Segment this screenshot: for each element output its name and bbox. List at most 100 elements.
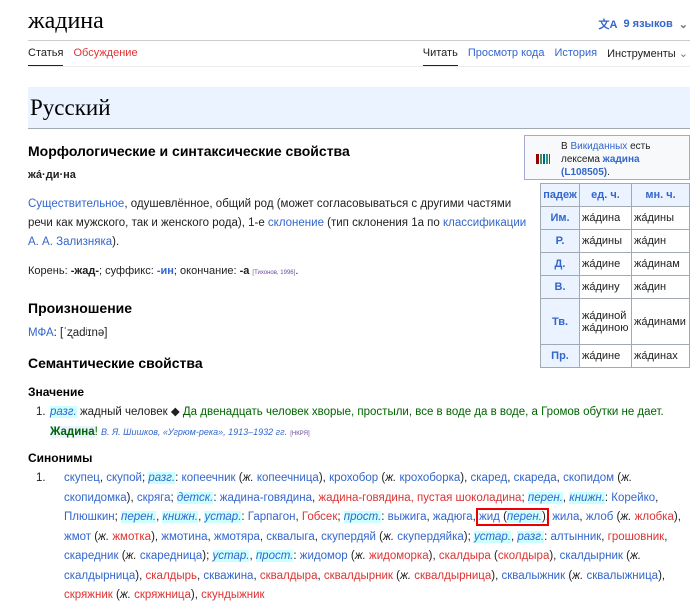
table-cell: жа́динами [631,298,690,345]
highlighted-synonym: жид (перен.) [476,508,549,526]
synonym-link[interactable]: копеечник [182,472,236,484]
synonym-link-missing[interactable]: скряжница [134,589,191,601]
synonym-link[interactable]: скаред [471,472,508,484]
declension-link[interactable]: склонение [268,217,324,229]
text: ), [549,550,560,562]
synonym-link[interactable]: скаредник [64,550,119,562]
table-cell[interactable]: Пр. [540,344,580,368]
synonym-link-missing[interactable]: сквалдырница [414,570,491,582]
synonym-link-missing[interactable]: сколдыра [498,550,550,562]
synonym-link[interactable]: жлоб [586,511,614,523]
synonym-link[interactable]: скупой [106,472,142,484]
ipa-link[interactable]: МФА [28,327,54,339]
synonym-link[interactable]: скареда [514,472,557,484]
synonyms-heading: Синонимы [28,451,93,465]
tab-tools[interactable]: Инструменты ⌄ [607,47,688,67]
table-cell[interactable]: Д. [540,252,580,276]
synonym-link-missing[interactable]: жадина-говядина, пустая шоколадина [318,492,521,504]
synonym-link[interactable]: скопидомка [64,492,127,504]
tab-discussion[interactable]: Обсуждение [73,47,137,67]
text: ); [463,530,474,543]
synonym-link[interactable]: жадина-говядина [220,492,312,504]
synonym-link[interactable]: Корейко [611,492,655,504]
synonym-link[interactable]: сквалыжник [502,570,566,582]
usage-label[interactable]: устар. [204,511,242,523]
synonym-link[interactable]: крохоборка [400,472,461,484]
synonym-link-missing[interactable]: сквалдырник [324,570,393,582]
usage-label[interactable]: разг. [148,472,176,484]
gender-label: ж. [620,511,632,523]
tab-view-source[interactable]: Просмотр кода [468,47,545,67]
synonym-link[interactable]: скупец [64,472,100,484]
usage-label[interactable]: разг. [50,406,77,418]
ipa-text: : [ˈʐadʲɪnə] [53,327,108,339]
synonym-link[interactable]: жмотина [161,531,207,543]
tools-label: Инструменты [607,48,676,60]
declension-table: падеж ед. ч. мн. ч. Им. жа́дина жа́дины Р. жа́д… [540,183,690,368]
synonym-link-missing[interactable]: скалдыра [439,550,491,562]
synonym-link[interactable]: крохобор [329,472,378,484]
synonym-link[interactable]: скряга [137,492,171,504]
synonym-link-missing[interactable]: скряжник [64,589,113,601]
wikidata-link[interactable]: Викиданных [570,141,627,152]
usage-label[interactable]: разг. [517,530,545,543]
tab-history[interactable]: История [554,47,597,67]
usage-label[interactable]: детск. [176,491,214,504]
synonym-link[interactable]: Плюшкин [64,511,115,523]
synonym-link[interactable]: алтынник [550,531,601,543]
synonym-link[interactable]: копеечница [257,472,319,484]
usage-label[interactable]: перен. [506,511,542,523]
language-selector[interactable]: 文A 9 языков ⌄ [599,16,688,32]
synonym-link-missing[interactable]: скалдырь [146,570,198,582]
synonym-link[interactable]: сквалыжница [586,570,658,582]
synonym-link[interactable]: скупердяй [321,531,376,543]
usage-label[interactable]: прост. [343,511,382,523]
gender-label: ж. [621,472,633,484]
text: , [249,550,256,562]
pos-link[interactable]: Существительное [28,198,124,210]
synonym-link[interactable]: жила [552,511,579,523]
text: ( [375,530,383,543]
suffix-link[interactable]: -ин [157,265,174,277]
synonym-link-missing[interactable]: жмотка [112,531,151,543]
synonym-link[interactable]: сквалыга [266,531,314,543]
table-cell[interactable]: Им. [540,206,580,230]
text: ); [202,550,213,562]
tab-article[interactable]: Статья [28,47,64,67]
synonym-link[interactable]: жмотяра [214,531,260,543]
synonym-link[interactable]: жидомор [300,550,348,562]
synonym-link[interactable]: Гарпагон [248,511,296,523]
usage-label[interactable]: перен. [527,491,563,504]
synonym-link-missing[interactable]: грошовник [608,531,665,543]
synonym-link-missing[interactable]: жидоморка [369,550,429,562]
synonym-link-missing[interactable]: скундыжник [201,589,265,601]
synonym-link[interactable]: скважина [203,570,253,582]
synonym-link[interactable]: жмот [64,531,91,543]
synonym-link-missing[interactable]: Гобсек [302,511,338,523]
tab-read[interactable]: Читать [422,47,458,67]
synonym-link[interactable]: скаредница [140,550,202,562]
synonym-link[interactable]: скупердяйка [397,531,463,543]
synonym-link-missing[interactable]: жлобка [635,511,674,523]
usage-label[interactable]: прост. [255,550,294,562]
table-cell[interactable]: Р. [540,229,580,253]
column-header: мн. ч. [631,183,690,207]
synonym-link[interactable]: скалдырница [64,570,135,582]
synonym-link-missing[interactable]: сквалдыра [260,570,318,582]
usage-label[interactable]: книжн. [569,491,605,504]
synonym-link[interactable]: скалдырник [560,550,623,562]
synonym-link[interactable]: скопидом [563,472,614,484]
synonym-link[interactable]: жадюга [433,511,473,523]
gender-label: ж. [98,530,110,543]
chevron-down-icon: ⌄ [678,48,688,60]
usage-label[interactable]: устар. [474,530,511,543]
reference-link[interactable]: [Тихонов, 1996] [252,270,295,276]
synonym-link[interactable]: жид [479,511,500,523]
usage-label[interactable]: перен. [121,511,157,523]
corpus-link[interactable]: [НКРЯ] [290,431,309,437]
table-cell[interactable]: Тв. [540,298,580,345]
usage-label[interactable]: книжн. [162,511,199,523]
table-cell[interactable]: В. [540,275,580,299]
usage-label[interactable]: устар. [212,550,250,562]
synonym-link[interactable]: выжига [388,511,427,523]
